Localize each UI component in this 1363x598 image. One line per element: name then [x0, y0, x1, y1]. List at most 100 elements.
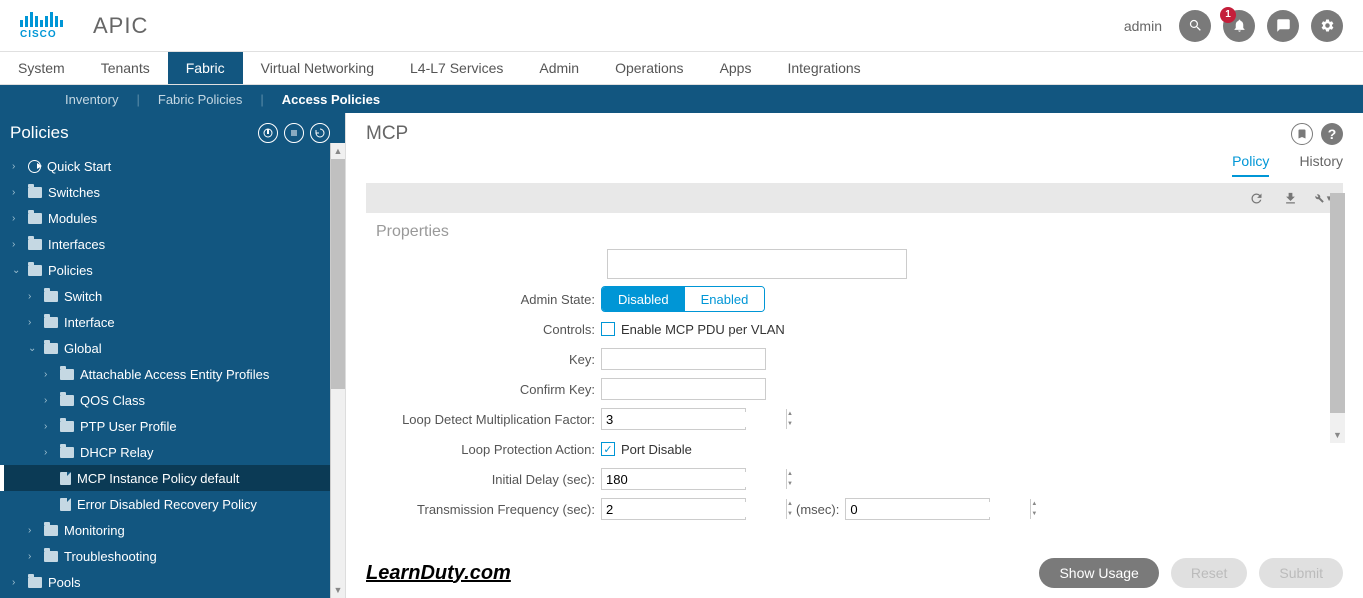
tree-switch[interactable]: ›Switch	[0, 283, 330, 309]
initial-delay-input[interactable]: ▲▼	[601, 468, 746, 490]
tree-mcp-instance[interactable]: MCP Instance Policy default	[0, 465, 330, 491]
tree-error-disabled[interactable]: Error Disabled Recovery Policy	[0, 491, 330, 517]
loop-action-checkbox[interactable]: ✓	[601, 442, 615, 456]
sidebar: Policies ›Quick Start ›Switches ›Modules…	[0, 113, 345, 598]
tx-freq-msec-input[interactable]: ▲▼	[845, 498, 990, 520]
chevron-down-icon[interactable]: ▼	[787, 479, 793, 489]
folder-icon	[60, 447, 74, 458]
watermark: LearnDuty.com	[366, 562, 511, 585]
tree-modules[interactable]: ›Modules	[0, 205, 330, 231]
description-field[interactable]	[607, 249, 907, 279]
reset-button[interactable]: Reset	[1171, 558, 1248, 588]
label-initial-delay: Initial Delay (sec):	[376, 472, 601, 487]
controls-checkbox[interactable]	[601, 322, 615, 336]
tree-dhcp[interactable]: ›DHCP Relay	[0, 439, 330, 465]
tree-ptp[interactable]: ›PTP User Profile	[0, 413, 330, 439]
nav-integrations[interactable]: Integrations	[769, 52, 878, 84]
sidebar-title: Policies	[10, 123, 69, 143]
label-loop-action: Loop Protection Action:	[376, 442, 601, 457]
search-icon[interactable]	[1179, 10, 1211, 42]
tree-quick-start[interactable]: ›Quick Start	[0, 153, 330, 179]
cisco-text: CISCO	[20, 29, 63, 40]
tool-icon-2[interactable]	[284, 123, 304, 143]
show-usage-button[interactable]: Show Usage	[1039, 558, 1158, 588]
tabs-row: Policy History	[346, 145, 1363, 177]
tree-policies[interactable]: ⌄Policies	[0, 257, 330, 283]
label-key: Key:	[376, 352, 601, 367]
label-controls: Controls:	[376, 322, 601, 337]
username-label[interactable]: admin	[1124, 18, 1162, 34]
folder-icon	[44, 343, 58, 354]
nav-system[interactable]: System	[0, 52, 83, 84]
content-panel: MCP ? Policy History ▼ Properties Admin …	[345, 113, 1363, 598]
label-confirm-key: Confirm Key:	[376, 382, 601, 397]
nav-fabric[interactable]: Fabric	[168, 52, 243, 84]
nav-virtual-networking[interactable]: Virtual Networking	[243, 52, 392, 84]
chevron-up-icon[interactable]: ▲	[1031, 499, 1037, 509]
content-scrollbar[interactable]: ▲ ▼	[1330, 193, 1345, 443]
folder-icon	[28, 577, 42, 588]
confirm-key-input[interactable]	[601, 378, 766, 400]
tx-freq-sec-input[interactable]: ▲▼	[601, 498, 746, 520]
nav-primary: System Tenants Fabric Virtual Networking…	[0, 52, 1363, 85]
tree-troubleshooting[interactable]: ›Troubleshooting	[0, 543, 330, 569]
chevron-down-icon[interactable]: ▼	[1031, 509, 1037, 519]
tree-interfaces[interactable]: ›Interfaces	[0, 231, 330, 257]
nav-l4l7[interactable]: L4-L7 Services	[392, 52, 521, 84]
submit-button[interactable]: Submit	[1259, 558, 1343, 588]
folder-icon	[44, 551, 58, 562]
tab-policy[interactable]: Policy	[1232, 153, 1269, 177]
download-icon[interactable]	[1281, 189, 1299, 207]
label-tx-freq: Transmission Frequency (sec):	[376, 502, 601, 517]
help-icon[interactable]: ?	[1321, 123, 1343, 145]
bookmark-icon[interactable]	[1291, 123, 1313, 145]
tree-pools[interactable]: ›Pools	[0, 569, 330, 595]
subnav-fabric-policies[interactable]: Fabric Policies	[158, 92, 243, 107]
nav-apps[interactable]: Apps	[702, 52, 770, 84]
folder-icon	[28, 213, 42, 224]
chevron-down-icon[interactable]: ▼	[787, 509, 793, 519]
folder-icon	[44, 525, 58, 536]
refresh-icon[interactable]	[1247, 189, 1265, 207]
gear-icon[interactable]	[1311, 10, 1343, 42]
nav-admin[interactable]: Admin	[521, 52, 597, 84]
app-title: APIC	[93, 13, 148, 39]
admin-state-toggle[interactable]: Disabled Enabled	[601, 286, 765, 312]
tree-qos[interactable]: ›QOS Class	[0, 387, 330, 413]
folder-icon	[28, 265, 42, 276]
tree-monitoring[interactable]: ›Monitoring	[0, 517, 330, 543]
chevron-up-icon[interactable]: ▲	[787, 409, 793, 419]
tool-icon-1[interactable]	[258, 123, 278, 143]
nav-tree: ›Quick Start ›Switches ›Modules ›Interfa…	[0, 153, 345, 595]
subnav-inventory[interactable]: Inventory	[65, 92, 118, 107]
chevron-up-icon[interactable]: ▲	[787, 499, 793, 509]
app-header: CISCO APIC admin 1	[0, 0, 1363, 52]
sidebar-scrollbar[interactable]: ▲ ▼	[330, 143, 345, 598]
section-title: Properties	[376, 223, 1333, 241]
controls-checkbox-label: Enable MCP PDU per VLAN	[621, 322, 785, 337]
toggle-enabled[interactable]: Enabled	[685, 287, 765, 311]
tree-switches[interactable]: ›Switches	[0, 179, 330, 205]
key-input[interactable]	[601, 348, 766, 370]
toggle-disabled[interactable]: Disabled	[602, 287, 685, 311]
label-admin-state: Admin State:	[376, 292, 601, 307]
file-icon	[60, 498, 71, 511]
tool-icon-3[interactable]	[310, 123, 330, 143]
subnav-access-policies[interactable]: Access Policies	[282, 92, 380, 107]
tree-aaep[interactable]: ›Attachable Access Entity Profiles	[0, 361, 330, 387]
page-title: MCP	[366, 123, 408, 145]
folder-icon	[44, 291, 58, 302]
tab-history[interactable]: History	[1299, 153, 1343, 177]
loop-mult-input[interactable]: ▲▼	[601, 408, 746, 430]
feedback-icon[interactable]	[1267, 10, 1299, 42]
tree-interface[interactable]: ›Interface	[0, 309, 330, 335]
tree-global[interactable]: ⌄Global	[0, 335, 330, 361]
folder-icon	[60, 369, 74, 380]
chevron-up-icon[interactable]: ▲	[787, 469, 793, 479]
chevron-down-icon[interactable]: ▼	[787, 419, 793, 429]
bell-icon[interactable]: 1	[1223, 10, 1255, 42]
nav-tenants[interactable]: Tenants	[83, 52, 168, 84]
target-icon	[28, 160, 41, 173]
nav-operations[interactable]: Operations	[597, 52, 701, 84]
label-loop-mult: Loop Detect Multiplication Factor:	[376, 412, 601, 427]
